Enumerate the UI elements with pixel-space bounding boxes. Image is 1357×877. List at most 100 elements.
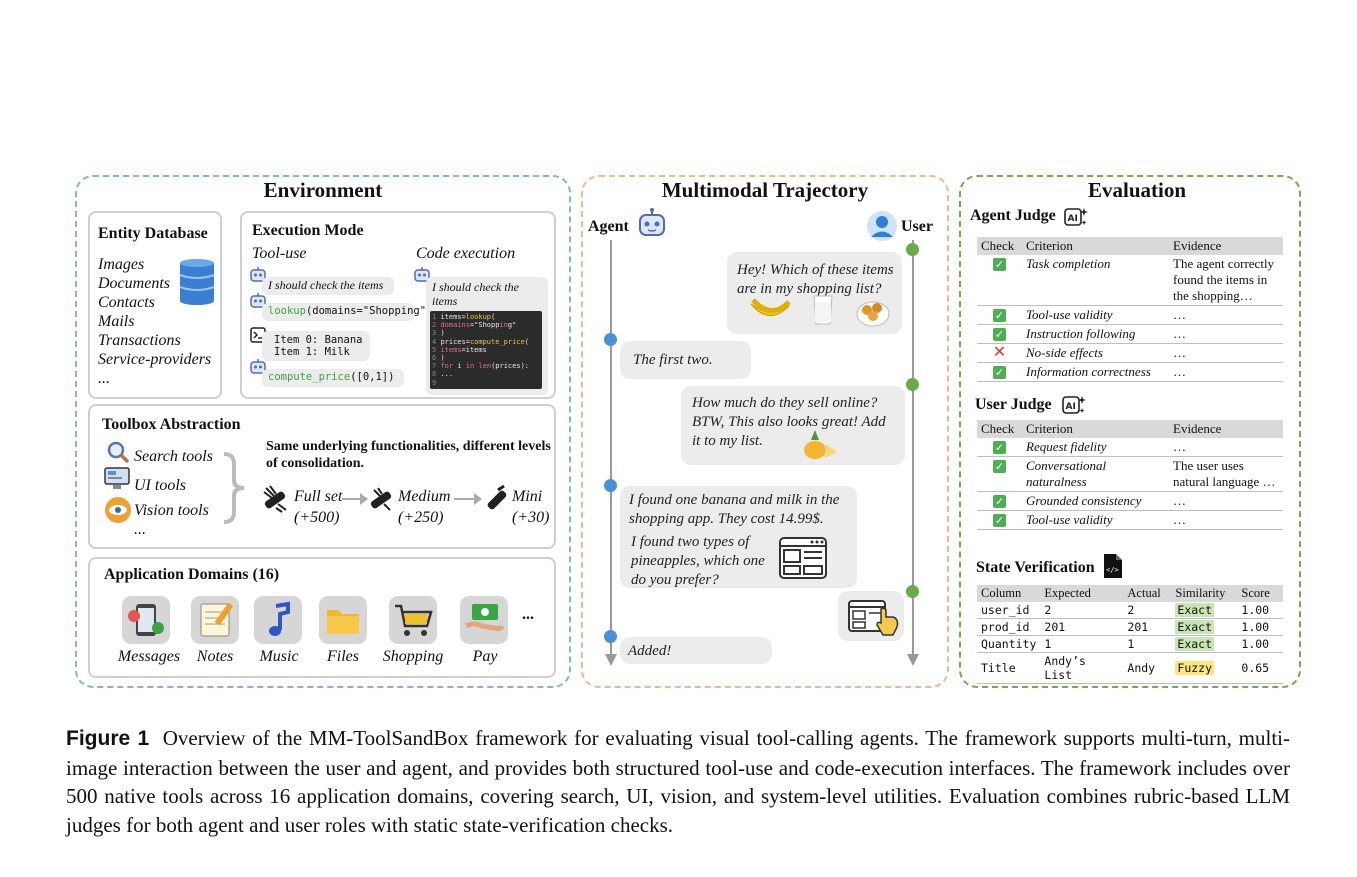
agent-message-bubble: Added! [620,637,772,664]
message-text: I found two types of pineapples, which o… [631,534,765,588]
expected-cell: 201 [1040,618,1124,636]
evidence-cell: … [1169,438,1283,457]
tool-result-line: Item 1: Milk [274,346,350,358]
entity-item: Mails [98,313,135,330]
ui-icon [104,467,130,489]
table-row: ✓ Information correctness… [977,362,1283,382]
level-count: (+30) [512,509,550,526]
check-cell: ✓ [977,255,1022,306]
code-thought: I should check the items [432,280,519,308]
entity-database-title: Entity Database [98,225,208,242]
code-line: 7 for i in len(prices): [432,362,529,371]
similarity-badge: Exact [1175,637,1215,651]
execution-mode-box: Execution Mode Tool-use Code execution I… [240,211,556,399]
code-line: 9 [432,378,437,387]
table-row: ✕ No-side effects… [977,342,1283,363]
tool-category: UI tools [134,477,186,494]
pineapple-icon [804,430,837,459]
svg-text:</>: </> [1106,566,1119,574]
user-icon [867,211,897,241]
user-timeline-arrow [907,654,919,666]
message-text: The first two. [633,352,713,368]
shopping-app-icon [389,596,437,644]
agent-label: Agent [588,218,629,235]
arrow [342,498,362,500]
tool-call-name: lookup [268,305,306,317]
criterion-cell: Tool-use validity [1022,305,1169,325]
check-cell: ✓ [977,491,1022,511]
column-cell: Title [977,652,1041,684]
score-cell: 0.65 [1237,652,1283,684]
code-line: 8 ... [432,370,454,379]
score-cell: 1.00 [1237,602,1283,619]
criterion-cell: Grounded consistency [1022,491,1169,511]
code-editor: 1 items=lookup(2 domains="Shopping" 3 ) 4 … [430,311,542,389]
database-icon [179,259,215,305]
agent-timeline-arrow [605,654,617,666]
entity-item: ... [98,370,110,387]
swiss-knife-icon [487,484,507,510]
table-header: Check [977,420,1022,438]
swiss-knife-icon [263,485,287,513]
tool-use-label: Tool-use [252,245,307,262]
robot-icon [639,208,665,236]
criterion-cell: Conversational naturalness [1022,456,1169,492]
trajectory-title: Multimodal Trajectory [661,178,869,202]
code-line: 3 ) [432,329,445,338]
code-file-icon: </> [1104,554,1122,578]
user-message-bubble: Hey! Which of these items are in my shop… [727,252,902,334]
toolbox-title: Toolbox Abstraction [102,416,241,433]
vision-icon [105,497,131,523]
table-header: Actual [1123,585,1172,602]
score-cell: 1.00 [1237,635,1283,653]
check-icon: ✓ [993,441,1006,454]
table-row: user_id 2 2 Exact 1.00 [977,602,1283,619]
entity-item: Contacts [98,294,155,311]
code-line: 2 domains="Shopping" [432,321,517,330]
swiss-knife-icon [370,487,392,511]
tool-thought-chip: I should check the items [262,277,394,295]
level-name: Medium [398,488,451,505]
check-cell: ✓ [977,438,1022,457]
check-cell: ✕ [977,342,1022,363]
tool-call-name: compute_price [268,371,351,383]
user-node [906,378,919,391]
check-icon: ✓ [993,495,1006,508]
similarity-cell: Exact [1171,635,1238,653]
similarity-badge: Fuzzy [1175,661,1215,675]
pay-app-icon [460,596,508,644]
message-text: How much do they sell online? BTW, This … [692,395,886,449]
check-icon: ✓ [993,309,1006,322]
tool-category: Search tools [134,448,213,465]
expected-cell: 1 [1040,635,1124,653]
similarity-cell: Exact [1171,618,1238,636]
app-label: Pay [472,648,498,665]
table-row: ✓ Grounded consistency… [977,491,1283,511]
product-listing-icon [779,537,827,579]
milk-icon [813,295,833,325]
ai-sparkle-icon: AI [1062,396,1086,414]
check-cell: ✓ [977,362,1022,382]
code-exec-chip: I should check the items 1 items=lookup(… [426,277,548,395]
check-icon: ✓ [993,514,1006,527]
criterion-cell: Task completion [1022,255,1169,306]
entity-item: Service-providers [98,351,212,368]
svg-text:AI: AI [1066,402,1076,412]
tool-result-line: Item 0: Banana [274,334,363,346]
expected-cell: 2 [1040,602,1124,619]
tool-category: Vision tools [134,502,209,519]
tool-result-chip: Item 0: Banana Item 1: Milk [262,331,370,361]
actual-cell: 2 [1123,602,1172,619]
criterion-cell: Tool-use validity [1022,510,1169,530]
user-label: User [901,218,933,235]
table-header: Column [977,585,1041,602]
cross-icon: ✕ [992,342,1007,361]
expected-cell: Andy’s List [1040,652,1124,684]
brace-icon [223,452,245,524]
execution-mode-title: Execution Mode [252,222,364,239]
code-line: 4 prices=compute_price( [432,337,529,346]
evidence-cell: The user uses natural language … [1169,456,1283,492]
agent-judge-title: Agent Judge [970,207,1056,224]
entity-database-box: Entity Database Images Documents Contact… [88,211,222,399]
column-cell: Quantity [977,635,1041,653]
